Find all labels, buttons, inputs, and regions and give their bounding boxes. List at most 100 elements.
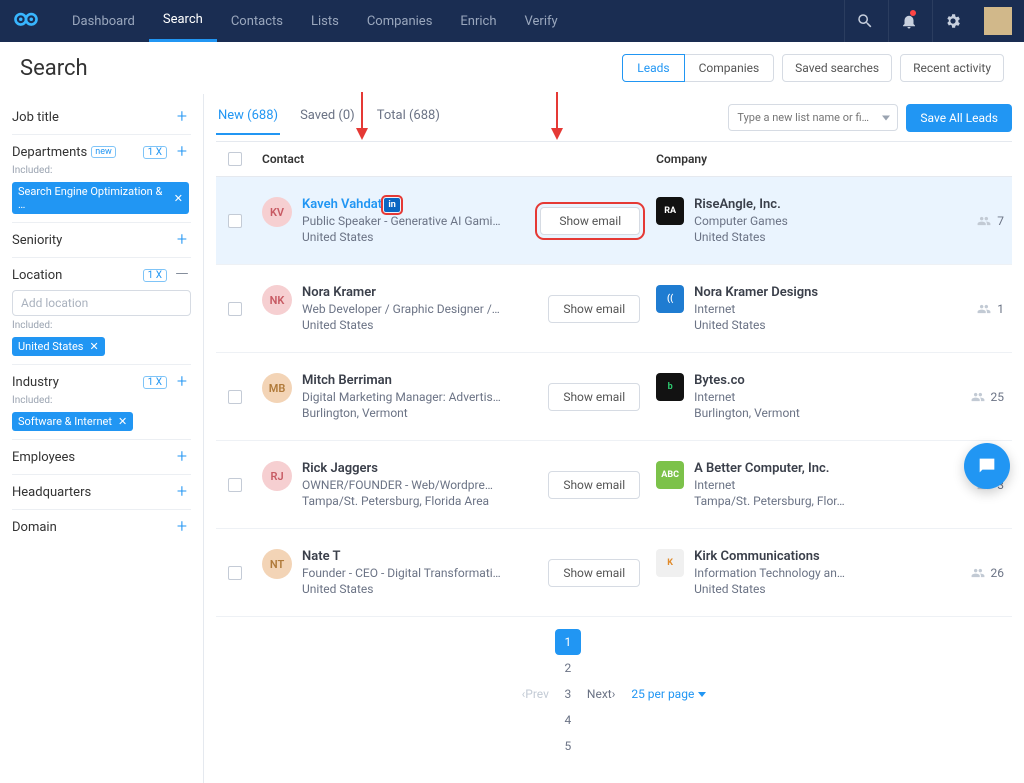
plus-icon[interactable]: + bbox=[173, 231, 191, 249]
list-name-input[interactable] bbox=[728, 104, 898, 131]
filter-seniority[interactable]: Seniority + bbox=[12, 223, 191, 258]
row-checkbox[interactable] bbox=[228, 566, 242, 580]
close-icon[interactable]: ✕ bbox=[89, 340, 98, 353]
tab[interactable]: Saved (0) bbox=[298, 100, 357, 135]
table-row[interactable]: MB Mitch Berriman Digital Marketing Mana… bbox=[216, 353, 1012, 441]
filter-chip[interactable]: Software & Internet✕ bbox=[12, 412, 133, 431]
contact-name[interactable]: Nate T bbox=[302, 549, 340, 564]
show-email-button[interactable]: Show email bbox=[548, 559, 640, 587]
close-icon[interactable]: ✕ bbox=[118, 415, 127, 428]
filter-departments: Departments new 1 X + Included: Search E… bbox=[12, 135, 191, 223]
company-name[interactable]: RiseAngle, Inc. bbox=[694, 197, 788, 212]
page-header: Search Leads Companies Saved searches Re… bbox=[0, 42, 1024, 94]
nav-item-lists[interactable]: Lists bbox=[297, 0, 353, 42]
row-checkbox[interactable] bbox=[228, 214, 242, 228]
company-name[interactable]: A Better Computer, Inc. bbox=[694, 461, 845, 476]
company-industry: Internet bbox=[694, 390, 800, 404]
page-button[interactable]: 2 bbox=[555, 655, 581, 681]
search-icon[interactable] bbox=[844, 0, 884, 42]
close-icon[interactable]: ✕ bbox=[174, 192, 183, 205]
filter-employees[interactable]: Employees + bbox=[12, 440, 191, 475]
row-checkbox[interactable] bbox=[228, 478, 242, 492]
nav-item-dashboard[interactable]: Dashboard bbox=[58, 0, 149, 42]
company-location: Tampa/St. Petersburg, Flor… bbox=[694, 494, 845, 508]
plus-icon[interactable]: + bbox=[173, 373, 191, 391]
gear-icon[interactable] bbox=[932, 0, 972, 42]
minus-icon[interactable]: — bbox=[173, 266, 191, 284]
prev-page-button[interactable]: ‹ Prev bbox=[522, 681, 549, 707]
plus-icon[interactable]: + bbox=[173, 518, 191, 536]
table-row[interactable]: RJ Rick Jaggers OWNER/FOUNDER - Web/Word… bbox=[216, 441, 1012, 529]
filter-count-badge[interactable]: 1 X bbox=[143, 376, 167, 389]
company-name[interactable]: Bytes.co bbox=[694, 373, 800, 388]
table-row[interactable]: KV Kaveh Vahdatin Public Speaker - Gener… bbox=[216, 177, 1012, 265]
tab[interactable]: New (688) bbox=[216, 100, 280, 135]
nav-item-companies[interactable]: Companies bbox=[353, 0, 447, 42]
segment-leads[interactable]: Leads bbox=[622, 54, 684, 82]
contact-location: Tampa/St. Petersburg, Florida Area bbox=[302, 494, 493, 508]
column-header-company: Company bbox=[648, 142, 1012, 176]
list-select[interactable] bbox=[728, 104, 898, 131]
linkedin-icon[interactable]: in bbox=[384, 198, 400, 212]
filter-chip[interactable]: United States✕ bbox=[12, 337, 105, 356]
row-checkbox[interactable] bbox=[228, 302, 242, 316]
page-button[interactable]: 1 bbox=[555, 629, 581, 655]
company-industry: Information Technology an… bbox=[694, 566, 845, 580]
segment-companies[interactable]: Companies bbox=[684, 54, 775, 82]
new-badge: new bbox=[91, 146, 116, 158]
plus-icon[interactable]: + bbox=[173, 448, 191, 466]
results-panel: New (688) Saved (0) Total (688) Save All L… bbox=[204, 94, 1024, 783]
nav-item-contacts[interactable]: Contacts bbox=[217, 0, 297, 42]
company-location: United States bbox=[694, 582, 845, 596]
company-name[interactable]: Kirk Communications bbox=[694, 549, 845, 564]
recent-activity-button[interactable]: Recent activity bbox=[900, 54, 1004, 82]
avatar[interactable] bbox=[984, 7, 1012, 35]
filter-count-badge[interactable]: 1 X bbox=[143, 269, 167, 282]
company-location: Burlington, Vermont bbox=[694, 406, 800, 420]
table-row[interactable]: NK Nora Kramer Web Developer / Graphic D… bbox=[216, 265, 1012, 353]
plus-icon[interactable]: + bbox=[173, 483, 191, 501]
contact-title: OWNER/FOUNDER - Web/Wordpre… bbox=[302, 478, 493, 492]
row-checkbox[interactable] bbox=[228, 390, 242, 404]
plus-icon[interactable]: + bbox=[173, 108, 191, 126]
included-label: Included: bbox=[12, 165, 191, 176]
show-email-button[interactable]: Show email bbox=[548, 383, 640, 411]
filter-chip[interactable]: Search Engine Optimization & …✕ bbox=[12, 182, 189, 214]
next-page-button[interactable]: Next › bbox=[587, 681, 615, 707]
show-email-button[interactable]: Show email bbox=[548, 471, 640, 499]
company-industry: Internet bbox=[694, 302, 818, 316]
show-email-button[interactable]: Show email bbox=[548, 295, 640, 323]
bell-icon[interactable] bbox=[888, 0, 928, 42]
contact-location: United States bbox=[302, 230, 500, 244]
filter-count-badge[interactable]: 1 X bbox=[143, 146, 167, 159]
contact-name[interactable]: Nora Kramer bbox=[302, 285, 376, 300]
tab[interactable]: Total (688) bbox=[375, 100, 442, 135]
filter-job-title[interactable]: Job title + bbox=[12, 100, 191, 135]
contact-title: Web Developer / Graphic Designer /… bbox=[302, 302, 500, 316]
company-logo: (( bbox=[656, 285, 684, 313]
page-button[interactable]: 5 bbox=[555, 733, 581, 759]
nav-item-verify[interactable]: Verify bbox=[511, 0, 572, 42]
contact-name[interactable]: Rick Jaggers bbox=[302, 461, 378, 476]
save-all-leads-button[interactable]: Save All Leads bbox=[906, 104, 1012, 132]
table-row[interactable]: NT Nate T Founder - CEO - Digital Transf… bbox=[216, 529, 1012, 617]
page-button[interactable]: 3 bbox=[555, 681, 581, 707]
saved-searches-button[interactable]: Saved searches bbox=[782, 54, 892, 82]
nav-item-enrich[interactable]: Enrich bbox=[446, 0, 510, 42]
company-name[interactable]: Nora Kramer Designs bbox=[694, 285, 818, 300]
location-input[interactable] bbox=[12, 290, 191, 316]
plus-icon[interactable]: + bbox=[173, 143, 191, 161]
logo-icon[interactable] bbox=[12, 7, 40, 35]
select-all-checkbox[interactable] bbox=[228, 152, 242, 166]
nav-item-search[interactable]: Search bbox=[149, 0, 217, 42]
show-email-button[interactable]: Show email bbox=[540, 207, 640, 235]
people-icon bbox=[971, 390, 985, 404]
filter-headquarters[interactable]: Headquarters + bbox=[12, 475, 191, 510]
chat-fab[interactable] bbox=[964, 443, 1010, 489]
contact-name[interactable]: Kaveh Vahdat bbox=[302, 197, 382, 212]
per-page-select[interactable]: 25 per page bbox=[631, 687, 706, 701]
contact-title: Digital Marketing Manager: Advertis… bbox=[302, 390, 501, 404]
page-button[interactable]: 4 bbox=[555, 707, 581, 733]
filter-domain[interactable]: Domain + bbox=[12, 510, 191, 544]
contact-name[interactable]: Mitch Berriman bbox=[302, 373, 392, 388]
